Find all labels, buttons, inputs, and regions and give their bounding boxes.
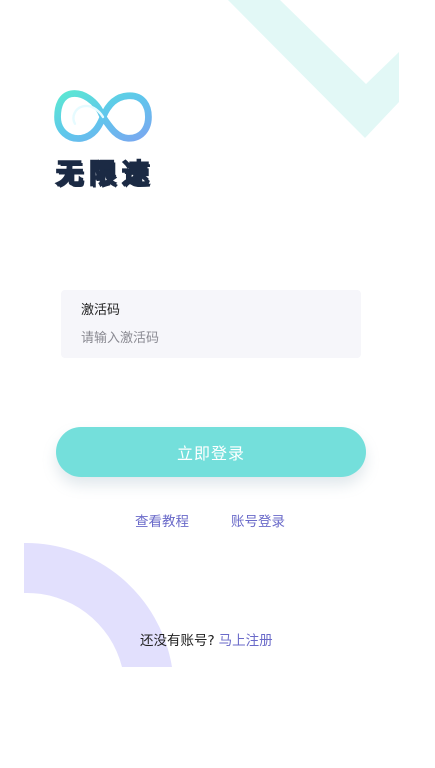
bottom-decoration: [24, 542, 172, 667]
register-prompt: 还没有账号?: [140, 633, 215, 649]
account-login-link[interactable]: 账号登录: [231, 513, 285, 531]
view-tutorial-link[interactable]: 查看教程: [135, 513, 189, 531]
app-logo: 无限速: [54, 88, 154, 192]
app-name: 无限速: [55, 158, 155, 191]
login-screen: 无限速 激活码 立即登录 查看教程 账号登录 还没有账号?马上注册: [0, 0, 435, 768]
login-button[interactable]: 立即登录: [56, 427, 366, 477]
activation-code-label: 激活码: [81, 303, 121, 318]
top-decoration-stripe: [228, 0, 399, 138]
activation-code-input[interactable]: [81, 330, 341, 348]
infinity-logo-icon: [54, 90, 152, 142]
register-row: 还没有账号? 马上注册: [140, 632, 273, 650]
register-link[interactable]: 马上注册: [219, 633, 273, 649]
activation-code-field[interactable]: 激活码: [61, 290, 361, 358]
